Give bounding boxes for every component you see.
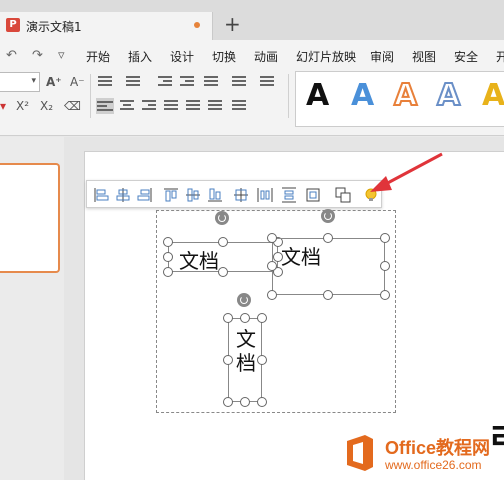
menu-more[interactable]: 开	[496, 48, 504, 65]
document-tab[interactable]: P 演示文稿1	[0, 12, 213, 40]
resize-handle[interactable]	[240, 397, 250, 407]
text-style-gold[interactable]: A	[482, 76, 504, 116]
unsaved-indicator	[194, 22, 200, 28]
customize-quick-access-icon[interactable]: ▿	[58, 48, 65, 63]
resize-handle[interactable]	[223, 355, 233, 365]
align-to-slide-icon[interactable]	[305, 187, 321, 203]
resize-handle[interactable]	[257, 313, 267, 323]
increase-indent-icon[interactable]	[180, 74, 194, 88]
menu-home[interactable]: 开始	[86, 48, 110, 65]
clear-format-icon[interactable]: ⌫	[64, 98, 81, 114]
menu-animations[interactable]: 动画	[254, 48, 278, 65]
align-left-icon[interactable]	[93, 187, 109, 203]
text-style-blue[interactable]: A	[351, 76, 374, 116]
resize-handle[interactable]	[267, 261, 277, 271]
resize-handle[interactable]	[163, 237, 173, 247]
shrink-font-icon[interactable]: A⁻	[70, 74, 85, 90]
resize-handle[interactable]	[240, 313, 250, 323]
align-right-icon[interactable]	[142, 98, 156, 112]
align-center-both-icon[interactable]	[233, 187, 249, 203]
alignment-toolbar	[86, 180, 382, 208]
tab-bar: P 演示文稿1 +	[0, 0, 504, 40]
rotate-handle-icon[interactable]	[237, 293, 251, 307]
resize-handle[interactable]	[380, 290, 390, 300]
bullet-list-icon[interactable]	[98, 74, 112, 88]
decrease-indent-icon[interactable]	[158, 74, 172, 88]
text-box-content[interactable]: 文档	[281, 241, 321, 270]
resize-handle[interactable]	[323, 290, 333, 300]
menu-security[interactable]: 安全	[454, 48, 478, 65]
grow-font-icon[interactable]: A⁺	[46, 74, 62, 90]
presentation-window: P 演示文稿1 + ↶ ↷ ▿ 开始 插入 设计 切换 动画 幻灯片放映 审阅 …	[0, 0, 504, 480]
menu-insert[interactable]: 插入	[128, 48, 152, 65]
align-text-icon[interactable]	[232, 74, 246, 88]
text-box-content[interactable]: 文档	[236, 327, 256, 375]
line-spacing-icon[interactable]	[260, 74, 274, 88]
presentation-app-icon: P	[6, 18, 20, 32]
menu-view[interactable]: 视图	[412, 48, 436, 65]
resize-handle[interactable]	[218, 237, 228, 247]
text-style-gallery: A A A A A	[295, 71, 504, 127]
group-objects-icon[interactable]	[335, 187, 351, 203]
menu-review[interactable]: 审阅	[370, 48, 394, 65]
subscript-icon[interactable]: X₂	[40, 98, 53, 114]
superscript-icon[interactable]: X²	[16, 98, 29, 114]
distribute-vertical-icon[interactable]	[281, 187, 297, 203]
undo-icon[interactable]: ↶	[6, 48, 17, 63]
resize-handle[interactable]	[223, 313, 233, 323]
pointer-arrow-icon	[370, 152, 443, 192]
watermark-brand: Office教程网	[385, 438, 491, 458]
watermark-url: www.office26.com	[385, 458, 482, 472]
align-center-icon[interactable]	[115, 187, 131, 203]
resize-handle[interactable]	[218, 267, 228, 277]
font-color-caret-icon[interactable]: ▾	[0, 98, 6, 114]
numbered-list-icon[interactable]	[126, 74, 140, 88]
text-style-black[interactable]: A	[306, 76, 329, 116]
text-box[interactable]: 文档	[272, 238, 385, 295]
align-bottom-icon[interactable]	[207, 187, 223, 203]
menu-transitions[interactable]: 切换	[212, 48, 236, 65]
resize-handle[interactable]	[267, 290, 277, 300]
columns-icon[interactable]	[232, 98, 246, 112]
distribute-horizontal-icon[interactable]	[257, 187, 273, 203]
resize-handle[interactable]	[380, 261, 390, 271]
text-direction-icon[interactable]	[204, 74, 218, 88]
new-tab-button[interactable]: +	[224, 14, 241, 34]
redo-icon[interactable]: ↷	[32, 48, 43, 63]
align-top-icon[interactable]	[163, 187, 179, 203]
align-right-icon[interactable]	[137, 187, 153, 203]
align-center-icon[interactable]	[120, 98, 134, 112]
resize-handle[interactable]	[223, 397, 233, 407]
text-style-orange-outline[interactable]: A	[393, 76, 418, 116]
text-box-content[interactable]: 文档	[179, 245, 219, 274]
resize-handle[interactable]	[257, 397, 267, 407]
align-middle-icon[interactable]	[185, 187, 201, 203]
ribbon: ↶ ↷ ▿ 开始 插入 设计 切换 动画 幻灯片放映 审阅 视图 安全 开 ▾ …	[0, 40, 504, 136]
menu-design[interactable]: 设计	[170, 48, 194, 65]
justify-icon[interactable]	[164, 98, 178, 112]
office26-watermark: Office教程网 www.office26.com	[335, 428, 504, 480]
resize-handle[interactable]	[163, 252, 173, 262]
office-logo-icon	[347, 435, 373, 471]
resize-handle[interactable]	[257, 355, 267, 365]
resize-handle[interactable]	[163, 267, 173, 277]
resize-handle[interactable]	[380, 233, 390, 243]
font-size-select[interactable]: ▾	[0, 72, 40, 92]
paragraph-spacing-icon[interactable]	[208, 98, 222, 112]
slide-thumbnail[interactable]	[0, 163, 60, 273]
document-title: 演示文稿1	[26, 20, 82, 34]
distribute-icon[interactable]	[186, 98, 200, 112]
rotate-handle-icon[interactable]	[215, 211, 229, 225]
text-style-blue-outline[interactable]: A	[436, 76, 461, 116]
resize-handle[interactable]	[267, 233, 277, 243]
menu-slideshow[interactable]: 幻灯片放映	[296, 48, 356, 65]
resize-handle[interactable]	[323, 233, 333, 243]
rotate-handle-icon[interactable]	[321, 209, 335, 223]
align-left-icon[interactable]	[96, 98, 114, 114]
ribbon-divider	[288, 74, 289, 118]
ribbon-divider	[90, 74, 91, 118]
